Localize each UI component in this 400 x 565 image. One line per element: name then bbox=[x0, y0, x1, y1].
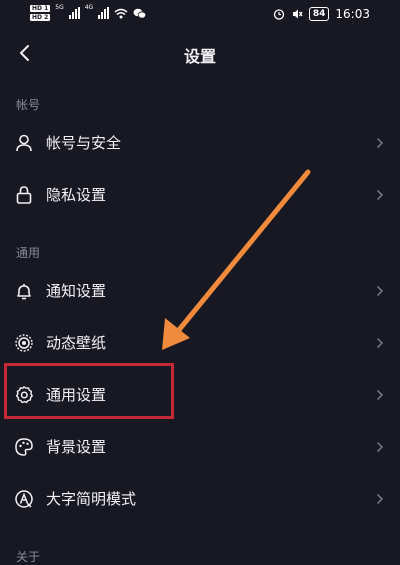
chevron-right-icon bbox=[376, 441, 384, 453]
setting-item-privacy[interactable]: 隐私设置 bbox=[0, 170, 400, 220]
setting-label: 大字简明模式 bbox=[46, 490, 137, 508]
setting-item-live-wallpaper[interactable]: 动态壁纸 bbox=[0, 318, 400, 368]
chevron-right-icon bbox=[376, 337, 384, 349]
sim1-badge: HD 1 bbox=[30, 5, 51, 12]
setting-label: 动态壁纸 bbox=[46, 334, 107, 352]
live-wallpaper-icon bbox=[15, 334, 33, 352]
page-title: 设置 bbox=[183, 47, 216, 66]
section-header-general: 通用 bbox=[16, 246, 41, 260]
status-right: 84 16:03 bbox=[273, 7, 370, 21]
network-type-2: 4G bbox=[84, 4, 94, 11]
status-left: HD 1 HD 2 5G 4G bbox=[30, 4, 147, 21]
chevron-right-icon bbox=[376, 189, 384, 201]
clock: 16:03 bbox=[335, 7, 370, 21]
setting-item-large-font-mode[interactable]: 大字简明模式 bbox=[0, 474, 400, 524]
highlight-box bbox=[4, 363, 174, 419]
alarm-icon bbox=[273, 9, 285, 20]
chevron-right-icon bbox=[376, 137, 384, 149]
setting-item-background[interactable]: 背景设置 bbox=[0, 422, 400, 472]
section-header-about: 关于 bbox=[16, 550, 41, 564]
wifi-icon bbox=[114, 8, 128, 18]
setting-label: 背景设置 bbox=[46, 438, 107, 456]
chevron-right-icon bbox=[376, 493, 384, 505]
chevron-right-icon bbox=[376, 389, 384, 401]
signal-icon-2 bbox=[98, 7, 110, 19]
bell-icon bbox=[17, 284, 31, 300]
section-header-account: 帐号 bbox=[16, 98, 41, 112]
network-type-1: 5G bbox=[55, 4, 64, 11]
battery-indicator: 84 bbox=[308, 7, 330, 21]
setting-label: 帐号与安全 bbox=[46, 134, 122, 152]
lock-icon bbox=[16, 186, 32, 204]
sim-indicators: HD 1 HD 2 bbox=[30, 5, 51, 21]
mute-icon bbox=[292, 9, 303, 19]
chevron-right-icon bbox=[376, 285, 384, 297]
status-bar: HD 1 HD 2 5G 4G 84 16:03 bbox=[0, 0, 400, 30]
setting-label: 通知设置 bbox=[46, 282, 107, 300]
user-icon bbox=[16, 134, 32, 152]
setting-item-notifications[interactable]: 通知设置 bbox=[0, 266, 400, 316]
setting-label: 隐私设置 bbox=[46, 186, 107, 204]
sim2-badge: HD 2 bbox=[30, 14, 51, 21]
palette-icon bbox=[15, 438, 33, 456]
nav-bar: 设置 bbox=[0, 34, 400, 74]
setting-item-account-security[interactable]: 帐号与安全 bbox=[0, 118, 400, 168]
font-size-icon bbox=[15, 490, 33, 508]
wechat-icon bbox=[133, 8, 147, 19]
signal-icon bbox=[68, 7, 80, 19]
